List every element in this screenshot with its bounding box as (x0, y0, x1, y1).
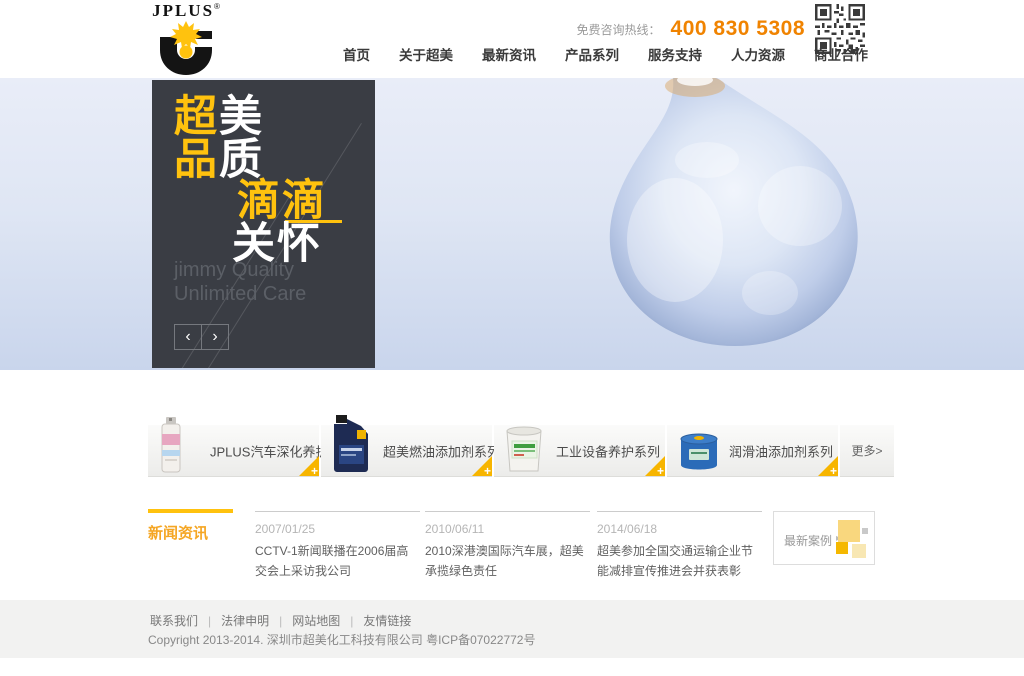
footer-link-friends[interactable]: 友情链接 (363, 612, 411, 629)
main-nav: 首页 关于超美 最新资讯 产品系列 服务支持 人力资源 商业合作 (343, 44, 868, 64)
product-category-bar: JPLUS汽车深化养护用品 + 超美燃油添加剂系列 + (148, 425, 876, 477)
hotline-label: 免费咨询热线： (577, 21, 661, 38)
more-products-button[interactable]: 更多> (840, 425, 894, 477)
water-drop-globe-image (555, 78, 895, 370)
product-tab-industrial[interactable]: 工业设备养护系列 + (494, 425, 665, 477)
news-section-title: 新闻资讯 (148, 509, 233, 543)
product-tab-car-care[interactable]: JPLUS汽车深化养护用品 + (148, 425, 319, 477)
yellow-square-decoration (852, 544, 866, 558)
banner-slide-panel: 超美 品质 滴滴 关怀 jimmy Quality Unlimited Care… (152, 80, 375, 368)
nav-item-hr[interactable]: 人力资源 (731, 44, 785, 64)
nav-item-news[interactable]: 最新资讯 (482, 44, 536, 64)
footer-link-sitemap[interactable]: 网站地图 (292, 612, 340, 629)
chevron-right-icon: › (212, 328, 217, 345)
registered-mark: ® (214, 2, 220, 11)
spray-can-icon (158, 417, 184, 473)
industrial-bucket-icon (504, 425, 544, 473)
footer-link-legal[interactable]: 法律申明 (221, 612, 269, 629)
news-item-link[interactable]: 2010深港澳国际汽车展，超美承揽绿色责任 (425, 541, 590, 582)
separator: | (208, 614, 211, 628)
gray-square-decoration (862, 528, 868, 534)
banner-english-subtitle: jimmy Quality Unlimited Care (174, 258, 306, 306)
yellow-square-decoration (836, 542, 848, 554)
hotline-number: 400 830 5308 (671, 17, 805, 41)
news-date: 2007/01/25 (255, 522, 420, 536)
plus-icon: + (830, 465, 837, 477)
logo[interactable]: JPLUS® (140, 2, 232, 75)
separator: | (350, 614, 353, 628)
product-tab-fuel-additive[interactable]: 超美燃油添加剂系列 + (321, 425, 492, 477)
hero-banner: 超美 品质 滴滴 关怀 jimmy Quality Unlimited Care… (0, 78, 1024, 370)
nav-item-support[interactable]: 服务支持 (648, 44, 702, 64)
logo-text: JPLUS (152, 1, 214, 20)
footer-links: 联系我们 | 法律申明 | 网站地图 | 友情链接 (150, 612, 411, 629)
news-item-link[interactable]: 超美参加全国交通运输企业节能减排宣传推进会并获表彰 (597, 541, 762, 582)
news-item: 2010/06/11 2010深港澳国际汽车展，超美承揽绿色责任 (425, 511, 590, 582)
news-date: 2014/06/18 (597, 522, 762, 536)
news-date: 2010/06/11 (425, 522, 590, 536)
product-tab-lubricant[interactable]: 润滑油添加剂系列 + (667, 425, 838, 477)
carousel-prev-button[interactable]: ‹ (174, 324, 202, 350)
news-item: 2007/01/25 CCTV-1新闻联播在2006届高交会上采访我公司 (255, 511, 420, 582)
lubricant-drum-icon (677, 431, 721, 473)
yellow-square-decoration (838, 520, 860, 542)
banner-headline-line3: 滴滴 (237, 180, 327, 223)
news-item: 2014/06/18 超美参加全国交通运输企业节能减排宣传推进会并获表彰 (597, 511, 762, 582)
banner-headline-line1: 超美 (174, 96, 264, 139)
fuel-additive-bottle-icon (331, 415, 371, 473)
jplus-logo-icon (156, 21, 216, 75)
footer-link-contact[interactable]: 联系我们 (150, 612, 198, 629)
banner-headline-line2: 品质 (174, 139, 264, 182)
chevron-left-icon: ‹ (185, 328, 190, 345)
header: JPLUS® 免费咨询热线： 400 830 5308 首页 关于超美 最新资 (0, 0, 1024, 78)
footer: 联系我们 | 法律申明 | 网站地图 | 友情链接 Copyright 2013… (0, 600, 1024, 658)
nav-item-about[interactable]: 关于超美 (399, 44, 453, 64)
page: JPLUS® 免费咨询热线： 400 830 5308 首页 关于超美 最新资 (0, 0, 1024, 676)
carousel-next-button[interactable]: › (201, 324, 229, 350)
plus-icon: + (484, 465, 491, 477)
latest-cases-button[interactable]: 最新案例 ▸ (773, 511, 875, 565)
separator: | (279, 614, 282, 628)
carousel-controls: ‹ › (174, 324, 229, 350)
plus-icon: + (311, 465, 318, 477)
nav-item-business[interactable]: 商业合作 (814, 44, 868, 64)
nav-item-products[interactable]: 产品系列 (565, 44, 619, 64)
news-item-link[interactable]: CCTV-1新闻联播在2006届高交会上采访我公司 (255, 541, 420, 582)
copyright-text: Copyright 2013-2014. 深圳市超美化工科技有限公司 粤ICP备… (148, 631, 535, 648)
plus-icon: + (657, 465, 664, 477)
latest-cases-label: 最新案例 (784, 532, 832, 549)
nav-item-home[interactable]: 首页 (343, 44, 370, 64)
